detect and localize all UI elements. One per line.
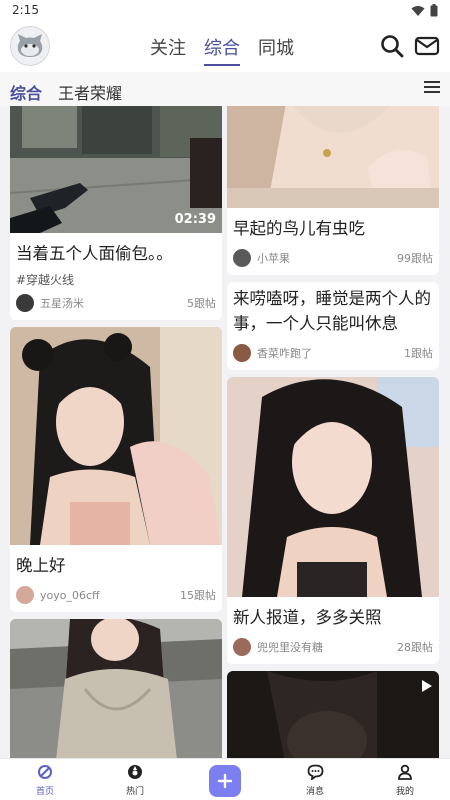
post-video-thumbnail xyxy=(227,671,439,758)
post-meta: 香菜咋跑了 1跟帖 xyxy=(227,338,439,370)
message-icon xyxy=(307,764,323,781)
author-name[interactable]: 小苹果 xyxy=(257,250,397,266)
post-card[interactable]: 02:39 当着五个人面偷包。。 #穿越火线 五星汤米 5跟帖 xyxy=(10,106,222,320)
search-icon[interactable] xyxy=(380,34,404,58)
system-icons xyxy=(411,4,438,17)
author-name[interactable]: 香菜咋跑了 xyxy=(257,345,404,361)
author-avatar[interactable] xyxy=(16,586,34,604)
post-card[interactable] xyxy=(10,619,222,758)
author-avatar[interactable] xyxy=(233,344,251,362)
post-image xyxy=(227,106,439,208)
post-card[interactable]: 来唠嗑呀，睡觉是两个人的事，一个人只能叫休息 香菜咋跑了 1跟帖 xyxy=(227,282,439,370)
create-post-button[interactable] xyxy=(209,765,241,797)
post-card[interactable]: 晚上好 yoyo_06cff 15跟帖 xyxy=(10,327,222,612)
reply-count: 15跟帖 xyxy=(180,589,216,602)
play-icon[interactable] xyxy=(419,679,433,693)
top-bar: 关注 综合 同城 xyxy=(0,22,450,72)
post-title: 新人报道，多多关照 xyxy=(233,608,382,627)
reply-count: 1跟帖 xyxy=(404,347,433,360)
home-icon xyxy=(38,765,52,779)
reply-count: 5跟帖 xyxy=(187,297,216,310)
mail-icon[interactable] xyxy=(414,34,440,58)
post-meta: yoyo_06cff 15跟帖 xyxy=(10,580,222,612)
post-video-thumbnail: 02:39 xyxy=(10,106,222,233)
post-title: 当着五个人面偷包。。 xyxy=(16,244,173,263)
post-image xyxy=(10,327,222,545)
reply-count: 28跟帖 xyxy=(397,641,433,654)
reply-count: 99跟帖 xyxy=(397,252,433,265)
hot-icon xyxy=(128,765,142,779)
video-duration: 02:39 xyxy=(174,212,216,227)
nav-profile[interactable]: 我的 xyxy=(375,764,435,797)
post-meta: 小苹果 99跟帖 xyxy=(227,243,439,275)
post-topic-tag[interactable]: #穿越火线 xyxy=(10,268,222,288)
feed-column-right: 早起的鸟儿有虫吃 小苹果 99跟帖 来唠嗑呀，睡觉是两个人的事，一个人只能叫休息… xyxy=(227,106,439,758)
menu-icon[interactable] xyxy=(424,81,440,95)
subtab-honor-of-kings[interactable]: 王者荣耀 xyxy=(58,80,122,104)
cat-mascot-icon xyxy=(17,34,43,57)
post-title: 来唠嗑呀，睡觉是两个人的事，一个人只能叫休息 xyxy=(233,289,431,333)
profile-icon xyxy=(398,764,412,780)
author-avatar[interactable] xyxy=(16,294,34,312)
battery-icon xyxy=(430,4,438,17)
user-avatar[interactable] xyxy=(10,26,50,66)
status-time: 2:15 xyxy=(12,3,39,17)
feed-column-left: 02:39 当着五个人面偷包。。 #穿越火线 五星汤米 5跟帖 晚上好 yoyo… xyxy=(10,106,222,758)
post-meta: 兜兜里没有糖 28跟帖 xyxy=(227,632,439,664)
wifi-icon xyxy=(411,5,425,16)
plus-icon xyxy=(217,773,233,789)
nav-home[interactable]: 首页 xyxy=(15,764,75,797)
top-actions xyxy=(380,34,440,58)
bottom-nav: 首页 热门 消息 我的 xyxy=(0,758,450,800)
post-title: 晚上好 xyxy=(16,556,66,575)
nav-home-label: 首页 xyxy=(35,787,54,797)
tab-local[interactable]: 同城 xyxy=(258,34,294,60)
post-card[interactable]: 早起的鸟儿有虫吃 小苹果 99跟帖 xyxy=(227,106,439,275)
nav-hot[interactable]: 热门 xyxy=(105,764,165,797)
author-name[interactable]: 兜兜里没有糖 xyxy=(257,639,397,655)
author-avatar[interactable] xyxy=(233,249,251,267)
subtab-comprehensive[interactable]: 综合 xyxy=(10,80,42,104)
post-card[interactable]: 新人报道，多多关照 兜兜里没有糖 28跟帖 xyxy=(227,377,439,664)
post-meta: 五星汤米 5跟帖 xyxy=(10,288,222,320)
tab-following[interactable]: 关注 xyxy=(150,34,186,60)
status-bar: 2:15 xyxy=(0,0,450,22)
category-tabs: 综合 王者荣耀 xyxy=(0,72,450,106)
top-tabs: 关注 综合 同城 xyxy=(150,34,294,66)
tab-comprehensive[interactable]: 综合 xyxy=(204,34,240,66)
nav-messages-label: 消息 xyxy=(305,787,324,797)
author-avatar[interactable] xyxy=(233,638,251,656)
post-title: 早起的鸟儿有虫吃 xyxy=(233,219,365,238)
nav-hot-label: 热门 xyxy=(125,787,144,797)
author-name[interactable]: yoyo_06cff xyxy=(40,589,180,602)
post-card[interactable] xyxy=(227,671,439,758)
post-image xyxy=(10,619,222,758)
author-name[interactable]: 五星汤米 xyxy=(40,295,187,311)
post-image xyxy=(227,377,439,597)
nav-profile-label: 我的 xyxy=(395,787,414,797)
post-feed: 02:39 当着五个人面偷包。。 #穿越火线 五星汤米 5跟帖 晚上好 yoyo… xyxy=(0,106,450,758)
nav-messages[interactable]: 消息 xyxy=(285,764,345,797)
